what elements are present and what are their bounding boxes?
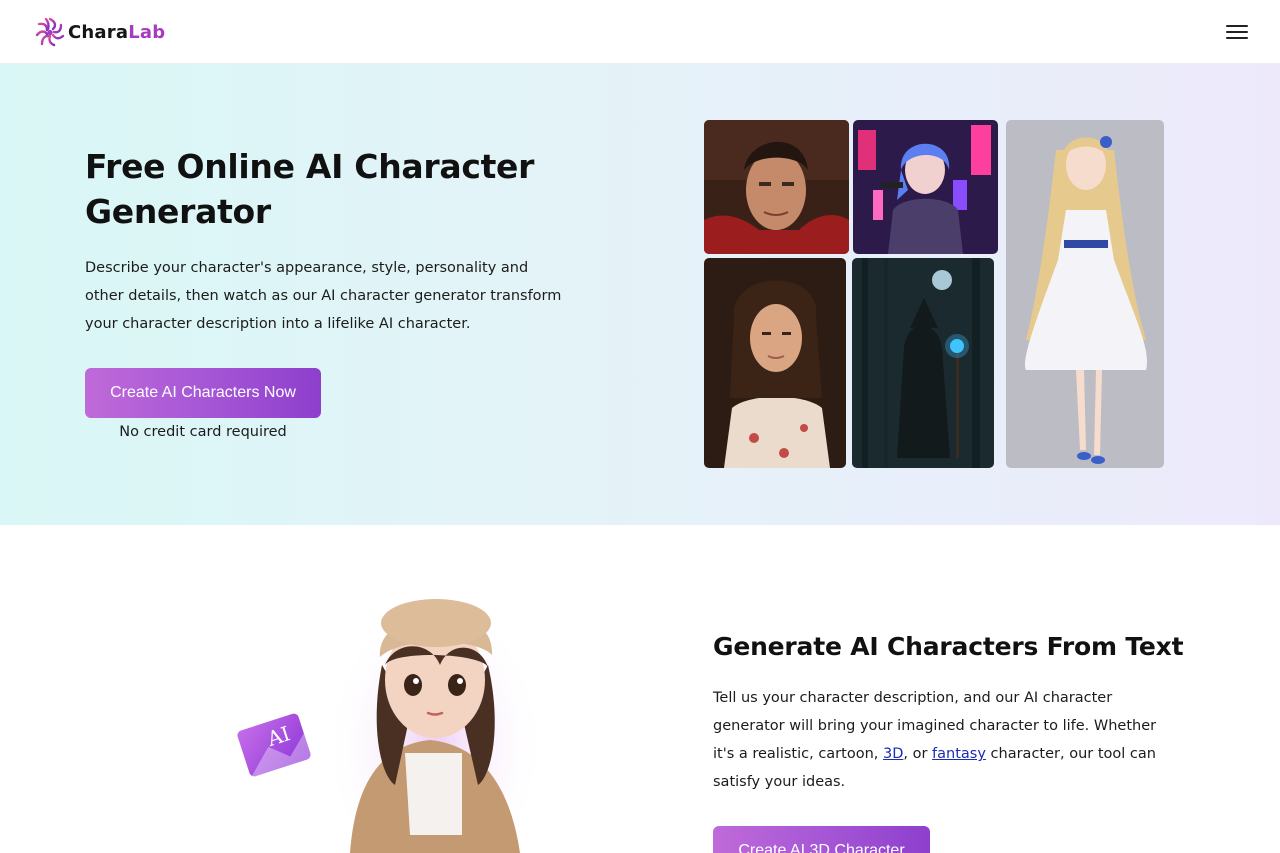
gallery-image-wizard [852, 258, 994, 468]
hero-title: Free Online AI Character Generator [85, 147, 535, 231]
section-description: Tell us your character description, and … [713, 684, 1168, 796]
gallery-image-man-portrait [704, 120, 849, 254]
brand-name-part1: Chara [68, 21, 129, 43]
hero-description: Describe your character's appearance, st… [85, 260, 562, 332]
hamburger-menu-icon[interactable] [1224, 22, 1250, 42]
create-characters-button[interactable]: Create AI Characters Now [85, 368, 321, 418]
no-credit-card-note: No credit card required [119, 424, 287, 440]
character-gallery [704, 120, 1164, 468]
site-header: CharaLab [0, 0, 1280, 64]
gallery-image-anime-blonde [1006, 120, 1164, 468]
brand-name-part2: Lab [128, 21, 166, 43]
create-3d-character-button[interactable]: Create AI 3D Character [713, 826, 930, 853]
link-fantasy[interactable]: fantasy [932, 746, 986, 762]
hero-section: Free Online AI Character Generator Descr… [0, 64, 1280, 525]
section-desc-part2: , or [903, 746, 933, 762]
section-title: Generate AI Characters From Text [713, 632, 1184, 661]
cartoon-girl-illustration: AI [230, 585, 550, 853]
link-3d[interactable]: 3D [883, 746, 903, 762]
brand-logo[interactable]: CharaLab [34, 15, 165, 49]
spiral-logo-icon [35, 17, 65, 47]
gallery-image-anime-neon [853, 120, 998, 254]
gallery-image-woman-portrait [704, 258, 846, 468]
brand-name: CharaLab [68, 22, 165, 43]
